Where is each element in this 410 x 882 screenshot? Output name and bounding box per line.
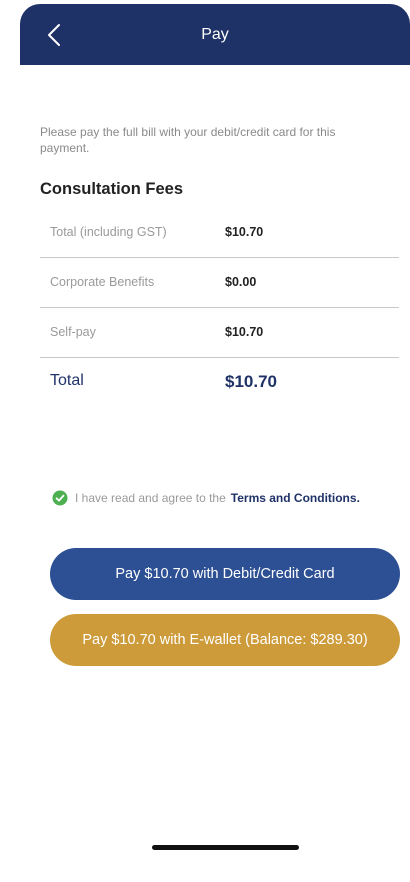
- pay-with-ewallet-button[interactable]: Pay $10.70 with E-wallet (Balance: $289.…: [50, 614, 400, 666]
- fee-value: $0.00: [225, 275, 257, 289]
- fee-label: Corporate Benefits: [50, 275, 155, 289]
- terms-text: I have read and agree to the: [75, 491, 226, 505]
- page-title: Pay: [201, 26, 229, 43]
- terms-and-conditions-link[interactable]: Terms and Conditions.: [231, 491, 360, 505]
- fee-row-self-pay: Self-pay $10.70: [40, 307, 399, 358]
- total-label: Total: [50, 372, 84, 389]
- pay-with-card-button[interactable]: Pay $10.70 with Debit/Credit Card: [50, 548, 400, 600]
- payment-instructions: Please pay the full bill with your debit…: [40, 125, 336, 155]
- fee-row-total-including-gst: Total (including GST) $10.70: [40, 207, 399, 258]
- total-row: Total $10.70: [40, 372, 399, 402]
- terms-agreement: I have read and agree to the Terms and C…: [52, 488, 360, 508]
- section-title-consultation-fees: Consultation Fees: [40, 180, 184, 198]
- app-header: Pay: [20, 4, 410, 65]
- fee-label: Self-pay: [50, 325, 96, 339]
- fee-row-corporate-benefits: Corporate Benefits $0.00: [40, 257, 399, 308]
- check-circle-icon[interactable]: [52, 490, 68, 506]
- home-indicator: [152, 845, 299, 850]
- fee-value: $10.70: [225, 325, 264, 339]
- fee-value: $10.70: [225, 225, 264, 239]
- fee-label: Total (including GST): [50, 225, 167, 239]
- total-value: $10.70: [225, 372, 277, 391]
